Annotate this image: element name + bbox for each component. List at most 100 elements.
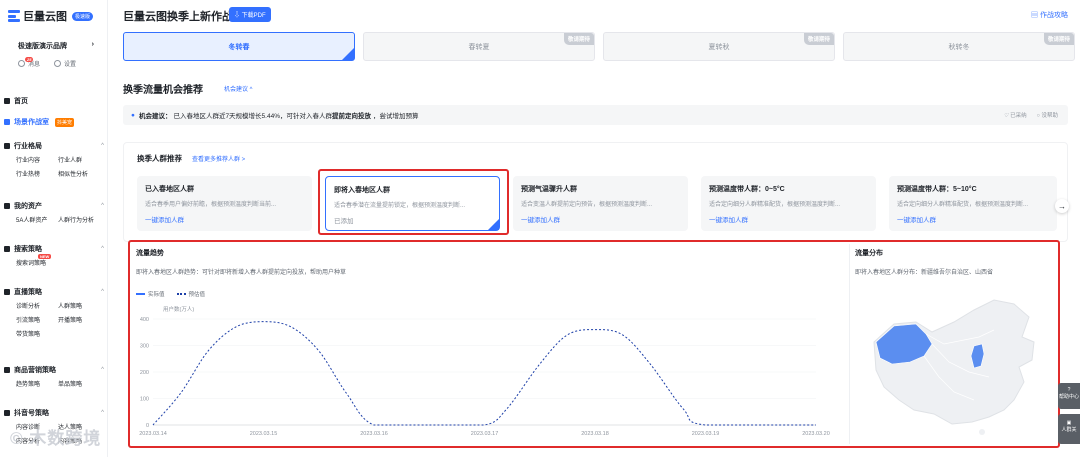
product-icon <box>4 367 10 373</box>
nav-search: 搜索策略 ^ 搜索词策略 NEW <box>4 243 104 269</box>
add-crowd-button[interactable]: 一键添加人群 <box>709 214 868 224</box>
nav-sub-item[interactable]: 单品策略 <box>58 379 100 388</box>
nav-product: 商品营销策略 ^ 趋势策略 单品策略 <box>4 364 104 390</box>
crowd-card-desc: 适合变温人群提前定向预告，根据预测温度判断... <box>521 202 653 208</box>
nav-sub-item[interactable]: 带货策略 <box>16 329 58 338</box>
useless-button[interactable]: ○ 没帮助 <box>1037 111 1058 119</box>
nav-label: 商品营销策略 <box>14 367 56 374</box>
season-tab-autumn-winter[interactable]: 秋转冬 敬请期待 <box>843 32 1075 61</box>
add-crowd-button[interactable]: 一键添加人群 <box>897 214 1049 224</box>
guide-label: 作战攻略 <box>1040 12 1068 19</box>
crowd-entry-label: 人群关 <box>1061 427 1077 433</box>
live-icon <box>4 289 10 295</box>
crowd-card[interactable]: 预测气温骤升人群 适合变温人群提前定向预告，根据预测温度判断... 一键添加人群 <box>513 176 688 231</box>
advice-bar: ● 机会建议： 已入春地区人群近7天规模增长5.44%，可针对入春人群 提前定向… <box>123 105 1068 125</box>
chevron-up-icon: ^ <box>101 367 104 373</box>
crowd-card-title: 预测气温骤升人群 <box>521 186 577 193</box>
nav-group-douyin[interactable]: 抖音号策略 ^ <box>4 407 104 419</box>
advice-tail: ，尝试增加预算 <box>372 113 419 120</box>
crowd-card[interactable]: 已入春地区人群 适合春季用户偏好前瞻，根据预测温度判断当前... 一键添加人群 <box>137 176 312 231</box>
download-pdf-button[interactable]: ⇩ 下载PDF <box>229 7 271 22</box>
nav-group-industry[interactable]: 行业格局 ^ <box>4 140 104 152</box>
nav-group-live[interactable]: 直播策略 ^ <box>4 286 104 298</box>
selected-check-icon <box>342 48 354 60</box>
nav-sub-item[interactable]: 相似性分析 <box>58 169 100 178</box>
advice-text: 已入春地区人群近7天规模增长5.44%，可针对入春人群 <box>173 113 332 120</box>
opportunity-advice-toggle[interactable]: 机会建议 ^ <box>224 84 252 93</box>
page-title: 巨量云图换季上新作战 <box>123 11 233 23</box>
nav-label: 我的资产 <box>14 203 42 210</box>
season-label: 夏转秋 <box>708 43 730 51</box>
logo-icon <box>8 10 20 22</box>
chevron-up-icon: ^ <box>101 246 104 252</box>
coming-soon-badge: 敬请期待 <box>563 33 594 45</box>
nav-home[interactable]: 首页 <box>4 95 104 107</box>
messages-button[interactable]: 25 消息 <box>18 57 40 68</box>
settings-button[interactable]: 设置 <box>54 59 76 68</box>
nav-group-search[interactable]: 搜索策略 ^ <box>4 243 104 255</box>
arrow-right-icon: → <box>1058 201 1066 211</box>
nav-label: 首页 <box>14 98 28 105</box>
message-count-badge: 25 <box>25 57 34 62</box>
chevron-up-icon: ^ <box>101 410 104 416</box>
more-crowds-link[interactable]: 查看更多推荐人群 > <box>192 154 245 163</box>
nav-sub-item[interactable]: 诊断分析 <box>16 301 58 310</box>
nav-sub-item[interactable]: 行业热榜 <box>16 169 58 178</box>
settings-label: 设置 <box>64 62 77 68</box>
coming-soon-badge: 敬请期待 <box>1043 33 1074 45</box>
download-icon: ⇩ <box>234 13 242 19</box>
nav-tag: 抖美宠 <box>55 117 75 127</box>
logo[interactable]: 巨量云图 极速版 <box>8 8 94 24</box>
new-badge: NEW <box>38 254 52 259</box>
add-crowd-button[interactable]: 一键添加人群 <box>521 214 680 224</box>
nav-sub-item[interactable]: 人群策略 <box>58 301 100 310</box>
nav-label: 抖音号策略 <box>14 410 49 417</box>
nav-sub-item[interactable]: 5A人群资产 <box>16 215 58 224</box>
season-tab-spring-summer[interactable]: 春转夏 敬请期待 <box>363 32 595 61</box>
next-arrow-button[interactable]: → <box>1055 199 1069 213</box>
crowd-recommend-panel: 换季人群推荐 查看更多推荐人群 > 已入春地区人群 适合春季用户偏好前瞻，根据预… <box>123 142 1069 242</box>
nav-sub-item[interactable]: 引流策略 <box>16 315 58 324</box>
nav-sub-item[interactable]: 行业内容 <box>16 155 58 164</box>
gear-icon <box>54 60 62 67</box>
crowd-card-desc: 适合定向细分人群精准配货，根据预测温度判断... <box>897 202 1029 208</box>
nav-sub-item[interactable]: 人群行为分析 <box>58 215 100 224</box>
crowd-card-desc: 适合定向细分人群精准配货，根据预测温度判断... <box>709 202 841 208</box>
nav-scene-room[interactable]: 场景作战室 抖美宠 <box>4 116 104 128</box>
season-tab-winter-spring[interactable]: 冬转春 <box>123 32 355 61</box>
scene-icon <box>4 119 10 125</box>
help-center-button[interactable]: ? 帮助中心 <box>1058 383 1080 409</box>
season-tab-summer-autumn[interactable]: 夏转秋 敬请期待 <box>603 32 835 61</box>
home-icon <box>4 98 10 104</box>
nav-group-assets[interactable]: 我的资产 ^ <box>4 200 104 212</box>
nav-sub-item[interactable]: 开播策略 <box>58 315 100 324</box>
crowd-card[interactable]: 预测温度带人群：0~5°C 适合定向细分人群精准配货，根据预测温度判断... 一… <box>701 176 876 231</box>
search-icon <box>4 246 10 252</box>
nav-group-product[interactable]: 商品营销策略 ^ <box>4 364 104 376</box>
chevron-right-icon: › <box>91 41 94 48</box>
nav-industry: 行业格局 ^ 行业内容 行业人群 行业热榜 相似性分析 <box>4 140 104 180</box>
nav-label: 直播策略 <box>14 289 42 296</box>
sidebar: 巨量云图 极速版 极速版演示品牌 › 25 消息 设置 首页 场景作战室 抖美宠 行业… <box>0 0 108 457</box>
nav-sub-item[interactable]: 行业人群 <box>58 155 100 164</box>
crowd-entry-button[interactable]: ▣ 人群关 <box>1058 414 1080 444</box>
advice-bold: 提前定向投放 <box>331 113 371 120</box>
watermark: © 木数跨境 <box>10 429 102 448</box>
strategy-guide-link[interactable]: ▤ 作战攻略 <box>1031 10 1068 20</box>
crowd-card-title: 预测温度带人群：0~5°C <box>709 186 785 193</box>
nav-assets: 我的资产 ^ 5A人群资产 人群行为分析 <box>4 200 104 226</box>
brand-selector[interactable]: 极速版演示品牌 › <box>18 41 96 51</box>
download-pdf-label: 下载PDF <box>241 13 266 19</box>
nav-label: 行业格局 <box>14 143 42 150</box>
nav-sub-item[interactable]: 搜索词策略 <box>16 258 58 267</box>
help-center-label: 帮助中心 <box>1058 394 1079 400</box>
crowd-card-title: 已入春地区人群 <box>145 186 194 193</box>
main-content: 巨量云图换季上新作战 ⇩ 下载PDF ▤ 作战攻略 冬转春 春转夏 敬请期待 夏转… <box>108 0 1080 457</box>
add-crowd-button[interactable]: 一键添加人群 <box>145 214 304 224</box>
crowd-card[interactable]: 预测温度带人群：5~10°C 适合定向细分人群精准配货，根据预测温度判断... … <box>889 176 1057 231</box>
douyin-icon <box>4 410 10 416</box>
assets-icon <box>4 203 10 209</box>
season-label: 春转夏 <box>468 43 490 51</box>
nav-sub-item[interactable]: 趋势策略 <box>16 379 58 388</box>
adopted-button[interactable]: ♡ 已采纳 <box>1004 111 1027 119</box>
